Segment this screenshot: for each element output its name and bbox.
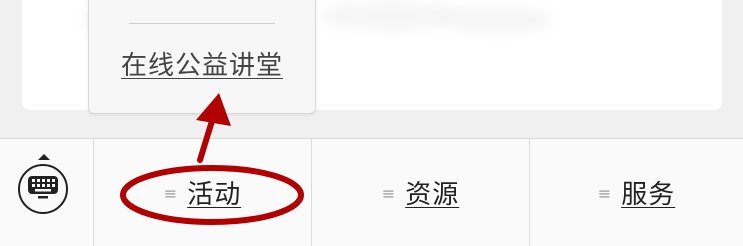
tab-resources[interactable]: ≡ 资源 <box>312 139 529 246</box>
bottom-tab-bar: ≡ 活动 ≡ 资源 ≡ 服务 <box>0 138 743 246</box>
caret-up-icon <box>38 154 50 160</box>
tab-activities[interactable]: ≡ 活动 <box>94 139 311 246</box>
keyboard-toggle-button[interactable] <box>0 139 93 246</box>
menu-lines-icon: ≡ <box>163 184 178 203</box>
menu-lines-icon: ≡ <box>597 184 612 203</box>
popup-divider <box>129 23 275 24</box>
submenu-popup: 在线公益讲堂 <box>88 0 316 114</box>
tab-services[interactable]: ≡ 服务 <box>530 139 743 246</box>
tab-label: 资源 <box>405 180 460 210</box>
keyboard-icon <box>18 164 68 214</box>
menu-lines-icon: ≡ <box>381 184 396 203</box>
tab-label: 服务 <box>621 180 676 210</box>
tab-label: 活动 <box>187 180 242 210</box>
menu-item-online-lecture[interactable]: 在线公益讲堂 <box>89 45 315 82</box>
